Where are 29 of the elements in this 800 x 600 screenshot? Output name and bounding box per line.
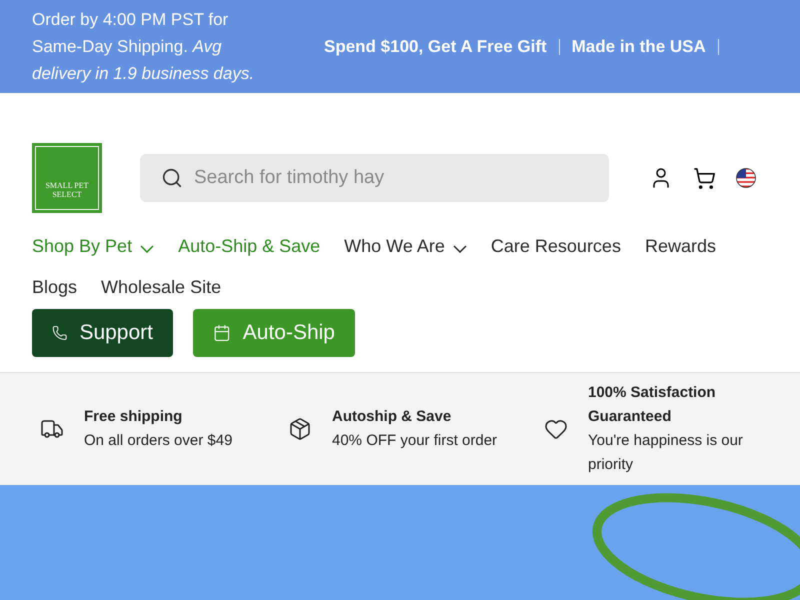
nav-link[interactable]: Auto-Ship & Save xyxy=(178,233,320,260)
flag-icon[interactable] xyxy=(736,168,756,188)
benefit-text: On all orders over $49 xyxy=(84,431,232,451)
benefit-text: 40% OFF your first order xyxy=(332,431,498,451)
search-field[interactable]: Search for timothy hay xyxy=(140,154,609,202)
chevron-down-icon xyxy=(140,244,154,252)
nav-link[interactable]: Rewards xyxy=(644,233,716,260)
phone-icon xyxy=(52,324,68,342)
benefit-title: 100% Satisfaction Guaranteed xyxy=(588,383,717,427)
support-button[interactable]: Support xyxy=(32,309,173,357)
calendar-icon xyxy=(213,324,231,342)
logo[interactable]: SMALL PET SELECT xyxy=(32,143,102,213)
benefit-title: Free shipping xyxy=(84,407,184,427)
benefit-title: Autoship & Save xyxy=(332,407,452,427)
benefit-text: You're happiness is our priority xyxy=(588,431,744,475)
box-icon xyxy=(288,417,312,441)
cart-icon[interactable] xyxy=(693,166,716,190)
nav-link[interactable]: Wholesale Site xyxy=(101,274,222,301)
search-icon xyxy=(161,167,183,189)
autoship-button[interactable]: Auto-Ship xyxy=(193,309,355,357)
chevron-down-icon xyxy=(452,244,467,252)
nav-link[interactable]: Blogs xyxy=(32,274,78,301)
logo-text: SMALL PET xyxy=(45,181,89,190)
nav-link[interactable]: Shop By Pet xyxy=(32,233,154,260)
announcement-text: Order by 4:00 PM PST for Same-Day Shipping. Avg delivery in 1.9 business days. xyxy=(32,9,256,85)
heart-icon xyxy=(544,417,568,441)
nav-link[interactable]: Care Resources xyxy=(490,233,621,260)
logo-text: SELECT xyxy=(52,190,82,199)
nav-link[interactable]: Who We Are xyxy=(344,233,467,260)
